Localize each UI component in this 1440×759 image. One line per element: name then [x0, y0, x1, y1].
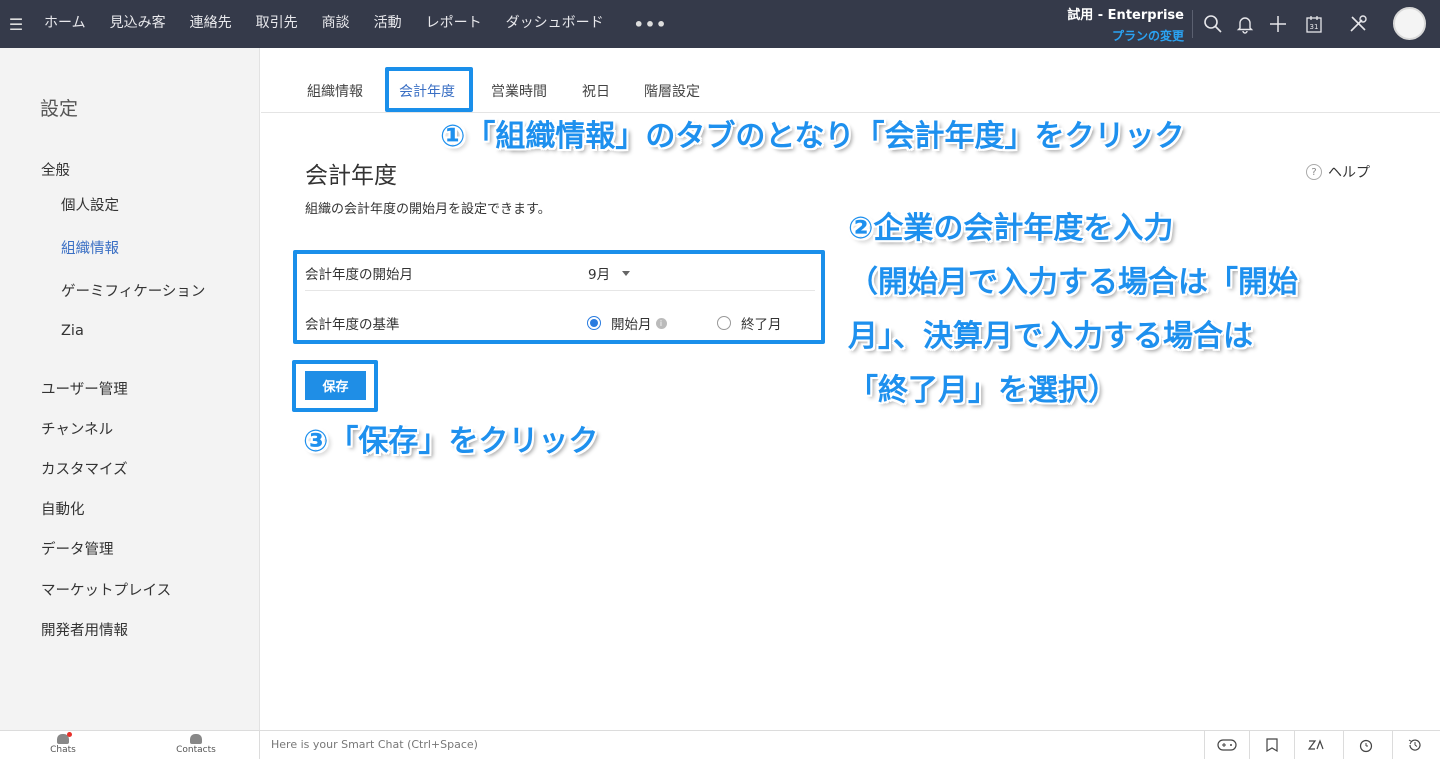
sidebar-item-company-details[interactable]: 組織情報 [61, 237, 119, 258]
annotation-step1: ①「組織情報」のタブのとなり「会計年度」をクリック [440, 119, 1185, 154]
user-avatar[interactable] [1393, 7, 1426, 40]
page-description: 組織の会計年度の開始月を設定できます。 [305, 202, 551, 217]
chat-icon [57, 732, 72, 744]
nav-item-home[interactable]: ホーム [32, 0, 98, 48]
highlight-box-form [293, 250, 825, 344]
sidebar-title: 設定 [40, 98, 79, 120]
sidebar-item-automation[interactable]: 自動化 [41, 498, 85, 519]
chats-button[interactable]: Chats [48, 732, 78, 755]
sidebar-item-marketplace[interactable]: マーケットプレイス [41, 579, 171, 600]
annotation-step3: ③「保存」をクリック [303, 424, 599, 459]
tab-hierarchy[interactable]: 階層設定 [644, 81, 700, 101]
smart-chat-input[interactable]: Here is your Smart Chat (Ctrl+Space) [271, 738, 478, 751]
annotation-step2-line1: ②企業の会計年度を入力 [848, 211, 1174, 246]
bottom-bar: Chats Contacts Here is your Smart Chat (… [0, 730, 1440, 759]
sidebar-item-developer[interactable]: 開発者用情報 [41, 619, 128, 640]
help-icon: ? [1306, 164, 1322, 180]
annotation-step2-line4: 「終了月」を選択） [848, 373, 1118, 408]
highlight-box-save [292, 360, 378, 412]
page-title: 会計年度 [305, 163, 397, 189]
search-icon[interactable] [1201, 12, 1225, 36]
nav-item-deals[interactable]: 商談 [310, 0, 362, 48]
annotation-step2-line3: 月」、決算月で入力する場合は [848, 319, 1253, 354]
contacts-label: Contacts [176, 745, 216, 755]
plan-change-link[interactable]: プランの変更 [1060, 27, 1184, 44]
bottom-left-panel: Chats Contacts [0, 731, 260, 759]
calendar-icon[interactable]: 31 [1302, 12, 1326, 36]
divider [1192, 10, 1193, 38]
sidebar-item-data-admin[interactable]: データ管理 [41, 538, 114, 559]
hamburger-menu-icon[interactable]: ☰ [0, 15, 32, 34]
zia-icon[interactable] [1294, 731, 1339, 759]
sidebar-item-zia[interactable]: Zia [61, 323, 84, 339]
tab-business-hours[interactable]: 営業時間 [491, 81, 547, 101]
nav-item-leads[interactable]: 見込み客 [98, 0, 178, 48]
top-navigation-bar: ☰ ホーム 見込み客 連絡先 取引先 商談 活動 レポート ダッシュボード ••… [0, 0, 1440, 48]
contact-icon [190, 734, 202, 744]
annotation-step2-line2: （開始月で入力する場合は「開始 [848, 265, 1298, 300]
more-menu-icon[interactable]: ••• [616, 15, 686, 34]
settings-sidebar: 設定 全般 個人設定 組織情報 ゲーミフィケーション Zia ユーザー管理 チャ… [0, 48, 260, 730]
alarm-icon[interactable] [1343, 731, 1388, 759]
sidebar-item-customization[interactable]: カスタマイズ [41, 458, 128, 479]
sidebar-item-gamification[interactable]: ゲーミフィケーション [61, 280, 205, 301]
calendar-day-text: 31 [1310, 23, 1319, 31]
main-menu: ホーム 見込み客 連絡先 取引先 商談 活動 レポート ダッシュボード ••• [32, 0, 685, 48]
sidebar-item-personal-settings[interactable]: 個人設定 [61, 194, 119, 215]
nav-item-accounts[interactable]: 取引先 [244, 0, 310, 48]
bell-icon[interactable] [1233, 12, 1257, 36]
help-link[interactable]: ? ヘルプ [1306, 162, 1370, 182]
highlight-box-tab [385, 67, 473, 112]
nav-item-dashboards[interactable]: ダッシュボード [494, 0, 616, 48]
tab-company-details[interactable]: 組織情報 [307, 81, 363, 101]
tools-icon[interactable] [1346, 12, 1370, 36]
feed-icon[interactable] [1249, 731, 1294, 759]
tab-holidays[interactable]: 祝日 [582, 81, 610, 101]
history-icon[interactable] [1392, 731, 1437, 759]
nav-item-reports[interactable]: レポート [414, 0, 494, 48]
plan-info: 試用 - Enterprise プランの変更 [1060, 4, 1184, 44]
sidebar-item-channels[interactable]: チャンネル [41, 418, 113, 439]
sidebar-section-general[interactable]: 全般 [41, 159, 70, 180]
help-label: ヘルプ [1328, 165, 1370, 181]
contacts-button[interactable]: Contacts [172, 734, 220, 755]
nav-item-contacts[interactable]: 連絡先 [178, 0, 244, 48]
chats-label: Chats [50, 745, 76, 755]
gamepad-icon[interactable] [1204, 731, 1249, 759]
plus-icon[interactable] [1266, 12, 1290, 36]
sidebar-item-users[interactable]: ユーザー管理 [41, 378, 128, 399]
plan-trial-label: 試用 - Enterprise [1067, 8, 1184, 23]
nav-item-activities[interactable]: 活動 [362, 0, 414, 48]
